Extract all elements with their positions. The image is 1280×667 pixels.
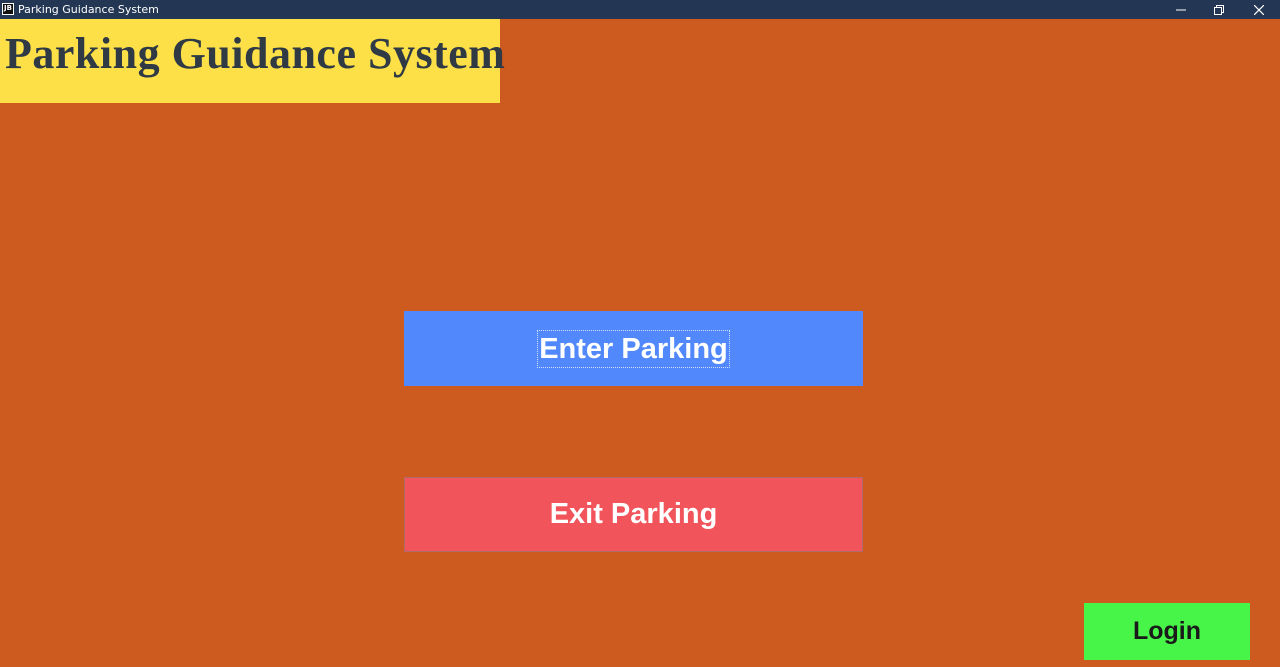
page-title: Parking Guidance System [5,29,506,78]
login-button[interactable]: Login [1084,603,1250,660]
window-titlebar: JB Parking Guidance System [0,0,1280,19]
restore-icon [1214,4,1224,15]
restore-button[interactable] [1200,0,1238,19]
window-title: Parking Guidance System [18,3,159,16]
app-icon-label: JB [4,4,12,12]
close-button[interactable] [1240,0,1278,19]
close-icon [1254,4,1264,15]
main-content: Parking Guidance System Enter Parking Ex… [0,19,1280,667]
app-icon: JB [2,3,14,15]
minimize-button[interactable] [1162,0,1200,19]
minimize-icon [1176,9,1186,10]
title-panel: Parking Guidance System [0,19,505,103]
exit-parking-button[interactable]: Exit Parking [404,477,863,552]
exit-parking-label: Exit Parking [549,498,718,530]
login-label: Login [1132,617,1202,645]
enter-parking-button[interactable]: Enter Parking [404,311,863,386]
enter-parking-label: Enter Parking [537,329,730,368]
